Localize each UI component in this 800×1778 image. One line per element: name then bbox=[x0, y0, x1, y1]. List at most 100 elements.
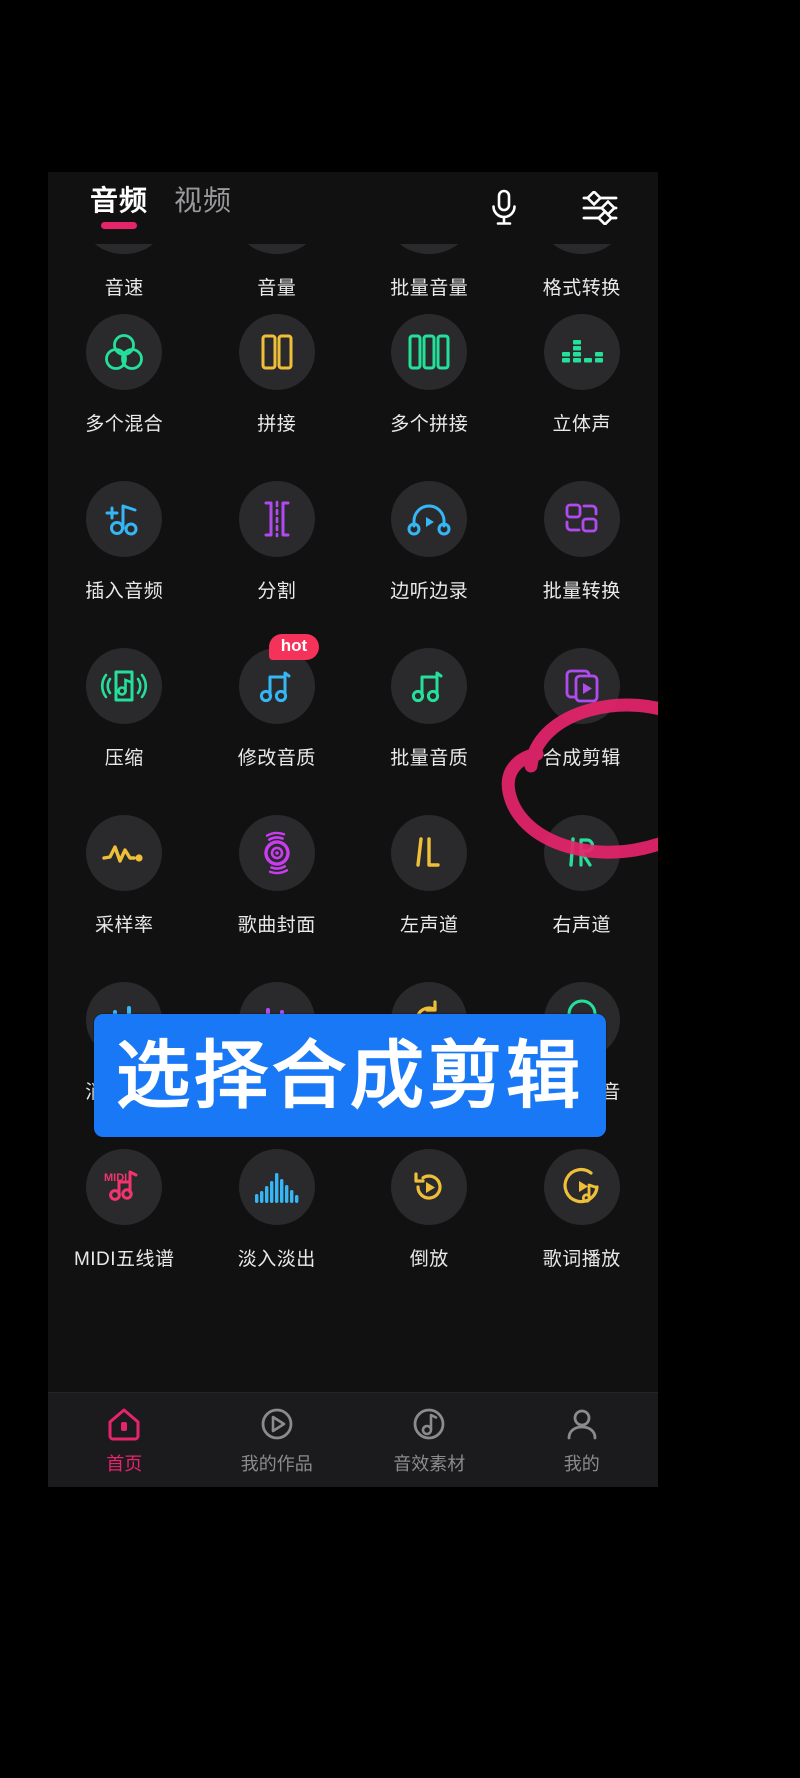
nav-label: 首页 bbox=[106, 1453, 143, 1474]
lyrics-play-icon bbox=[563, 1167, 599, 1204]
nav-item-my-works[interactable]: 我的作品 bbox=[201, 1405, 354, 1476]
header-actions bbox=[484, 186, 620, 230]
tool-label: 多个拼接 bbox=[390, 414, 469, 435]
tool-bubble bbox=[391, 648, 468, 724]
tool-item-batch-quality[interactable]: 批量音质 bbox=[353, 634, 506, 801]
tool-label: 批量转换 bbox=[542, 581, 621, 602]
nav-label: 我的 bbox=[563, 1453, 600, 1474]
tool-bubble bbox=[543, 815, 620, 891]
settings-button[interactable] bbox=[580, 186, 620, 230]
tool-bubble bbox=[391, 481, 468, 557]
sample-rate-icon bbox=[102, 845, 143, 863]
volume-icon bbox=[238, 244, 315, 254]
tool-bubble bbox=[543, 1149, 620, 1225]
listen-record-icon bbox=[407, 504, 451, 536]
tool-bubble bbox=[543, 648, 620, 724]
insert-audio-icon bbox=[105, 504, 138, 536]
tool-label: 倒放 bbox=[409, 1249, 449, 1270]
tab-audio[interactable]: 音频 bbox=[90, 187, 148, 229]
tool-bubble bbox=[86, 314, 163, 390]
tool-item-compose-clip[interactable]: 合成剪辑 bbox=[506, 634, 659, 801]
profile-icon bbox=[567, 1409, 597, 1439]
stereo-equalizer-icon bbox=[561, 340, 603, 363]
instruction-banner-text: 选择合成剪辑 bbox=[116, 1033, 584, 1117]
batch-quality-icon bbox=[412, 671, 443, 703]
tool-item-split[interactable]: 分割 bbox=[201, 467, 354, 634]
tool-bubble bbox=[391, 1149, 468, 1225]
tool-item[interactable]: 音量 bbox=[201, 244, 354, 300]
my-works-icon bbox=[261, 1408, 293, 1439]
tool-item-stereo[interactable]: 立体声 bbox=[506, 300, 659, 467]
speed-icon bbox=[86, 244, 163, 254]
song-cover-icon bbox=[264, 831, 290, 875]
tool-bubble bbox=[238, 1149, 315, 1225]
tool-item-join[interactable]: 拼接 bbox=[201, 300, 354, 467]
tab-video[interactable]: 视频 bbox=[174, 187, 232, 229]
tab-active-underline bbox=[101, 222, 137, 229]
tool-label: 合成剪辑 bbox=[542, 748, 621, 769]
instruction-banner: 选择合成剪辑 bbox=[94, 1014, 606, 1137]
tool-label: 拼接 bbox=[257, 414, 297, 435]
nav-label: 音效素材 bbox=[393, 1453, 466, 1474]
tool-item-lyrics-play[interactable]: 歌词播放 bbox=[506, 1135, 659, 1302]
tool-bubble bbox=[238, 815, 315, 891]
edit-quality-icon bbox=[259, 671, 291, 703]
tool-item-left-channel[interactable]: 左声道 bbox=[353, 801, 506, 968]
tool-item-sample-rate[interactable]: 采样率 bbox=[48, 801, 201, 968]
nav-item-profile[interactable]: 我的 bbox=[506, 1405, 659, 1476]
tool-label: 边听边录 bbox=[390, 581, 469, 602]
tools-grid: 多个混合 拼接 多个拼接 立体声 插入音频 分割 边听边录 批量转换 压缩 ho… bbox=[48, 300, 658, 1302]
tool-label: 右声道 bbox=[552, 915, 611, 936]
tool-label: 分割 bbox=[257, 581, 297, 602]
tool-label: 格式转换 bbox=[542, 278, 621, 299]
nav-item-sound-material[interactable]: 音效素材 bbox=[353, 1405, 506, 1476]
tool-item-right-channel[interactable]: 右声道 bbox=[506, 801, 659, 968]
tool-item-multi-join[interactable]: 多个拼接 bbox=[353, 300, 506, 467]
tool-item-reverse[interactable]: 倒放 bbox=[353, 1135, 506, 1302]
join-three-bars-icon bbox=[408, 334, 450, 370]
tool-item-song-cover[interactable]: 歌曲封面 bbox=[201, 801, 354, 968]
app-screen: 音频 视频 音速 音量 批量音量 格式转换 多个混合 拼接 多个拼接 立体声 插… bbox=[48, 172, 658, 1487]
top-tabs: 音频 视频 bbox=[90, 187, 232, 229]
tool-item-fade[interactable]: 淡入淡出 bbox=[201, 1135, 354, 1302]
tool-item-insert-audio[interactable]: 插入音频 bbox=[48, 467, 201, 634]
tool-label: MIDI五线谱 bbox=[73, 1249, 175, 1270]
tool-item-midi[interactable]: MIDI MIDI五线谱 bbox=[48, 1135, 201, 1302]
tool-item[interactable]: 格式转换 bbox=[506, 244, 659, 300]
tool-label: 音量 bbox=[257, 278, 297, 299]
midi-staff-icon: MIDI bbox=[104, 1170, 138, 1201]
compose-clip-icon bbox=[565, 669, 599, 703]
tool-item-edit-quality[interactable]: hot 修改音质 bbox=[201, 634, 354, 801]
tools-grid-scroll[interactable]: 音速 音量 批量音量 格式转换 多个混合 拼接 多个拼接 立体声 插入音频 分割… bbox=[48, 244, 658, 1394]
tool-item-mix[interactable]: 多个混合 bbox=[48, 300, 201, 467]
nav-label: 我的作品 bbox=[240, 1453, 313, 1474]
tool-bubble bbox=[238, 314, 315, 390]
tool-label: 音速 bbox=[104, 278, 144, 299]
tool-bubble bbox=[238, 481, 315, 557]
tools-row-clipped: 音速 音量 批量音量 格式转换 bbox=[48, 244, 658, 300]
tool-label: 立体声 bbox=[552, 414, 611, 435]
tool-bubble bbox=[86, 481, 163, 557]
reverse-play-icon bbox=[414, 1172, 442, 1200]
microphone-button[interactable] bbox=[484, 186, 524, 230]
tool-item-compress[interactable]: 压缩 bbox=[48, 634, 201, 801]
app-header: 音频 视频 bbox=[48, 172, 658, 244]
tool-label: 批量音量 bbox=[390, 278, 469, 299]
tool-item[interactable]: 批量音量 bbox=[353, 244, 506, 300]
join-two-bars-icon bbox=[261, 334, 293, 370]
tool-bubble: MIDI bbox=[86, 1149, 163, 1225]
batch-volume-icon bbox=[391, 244, 468, 254]
tool-label: 采样率 bbox=[94, 915, 154, 936]
tool-item[interactable]: 音速 bbox=[48, 244, 201, 300]
nav-item-home[interactable]: 首页 bbox=[48, 1405, 201, 1476]
equalizer-settings-icon bbox=[582, 191, 618, 225]
tool-item-batch-convert[interactable]: 批量转换 bbox=[506, 467, 659, 634]
compress-icon bbox=[101, 670, 148, 702]
tab-video-label: 视频 bbox=[174, 185, 233, 216]
tab-audio-label: 音频 bbox=[90, 185, 149, 216]
tool-label: 淡入淡出 bbox=[237, 1249, 316, 1270]
right-channel-icon bbox=[569, 837, 594, 867]
tool-bubble bbox=[391, 314, 468, 390]
tool-item-listen-record[interactable]: 边听边录 bbox=[353, 467, 506, 634]
hot-badge: hot bbox=[268, 634, 320, 660]
